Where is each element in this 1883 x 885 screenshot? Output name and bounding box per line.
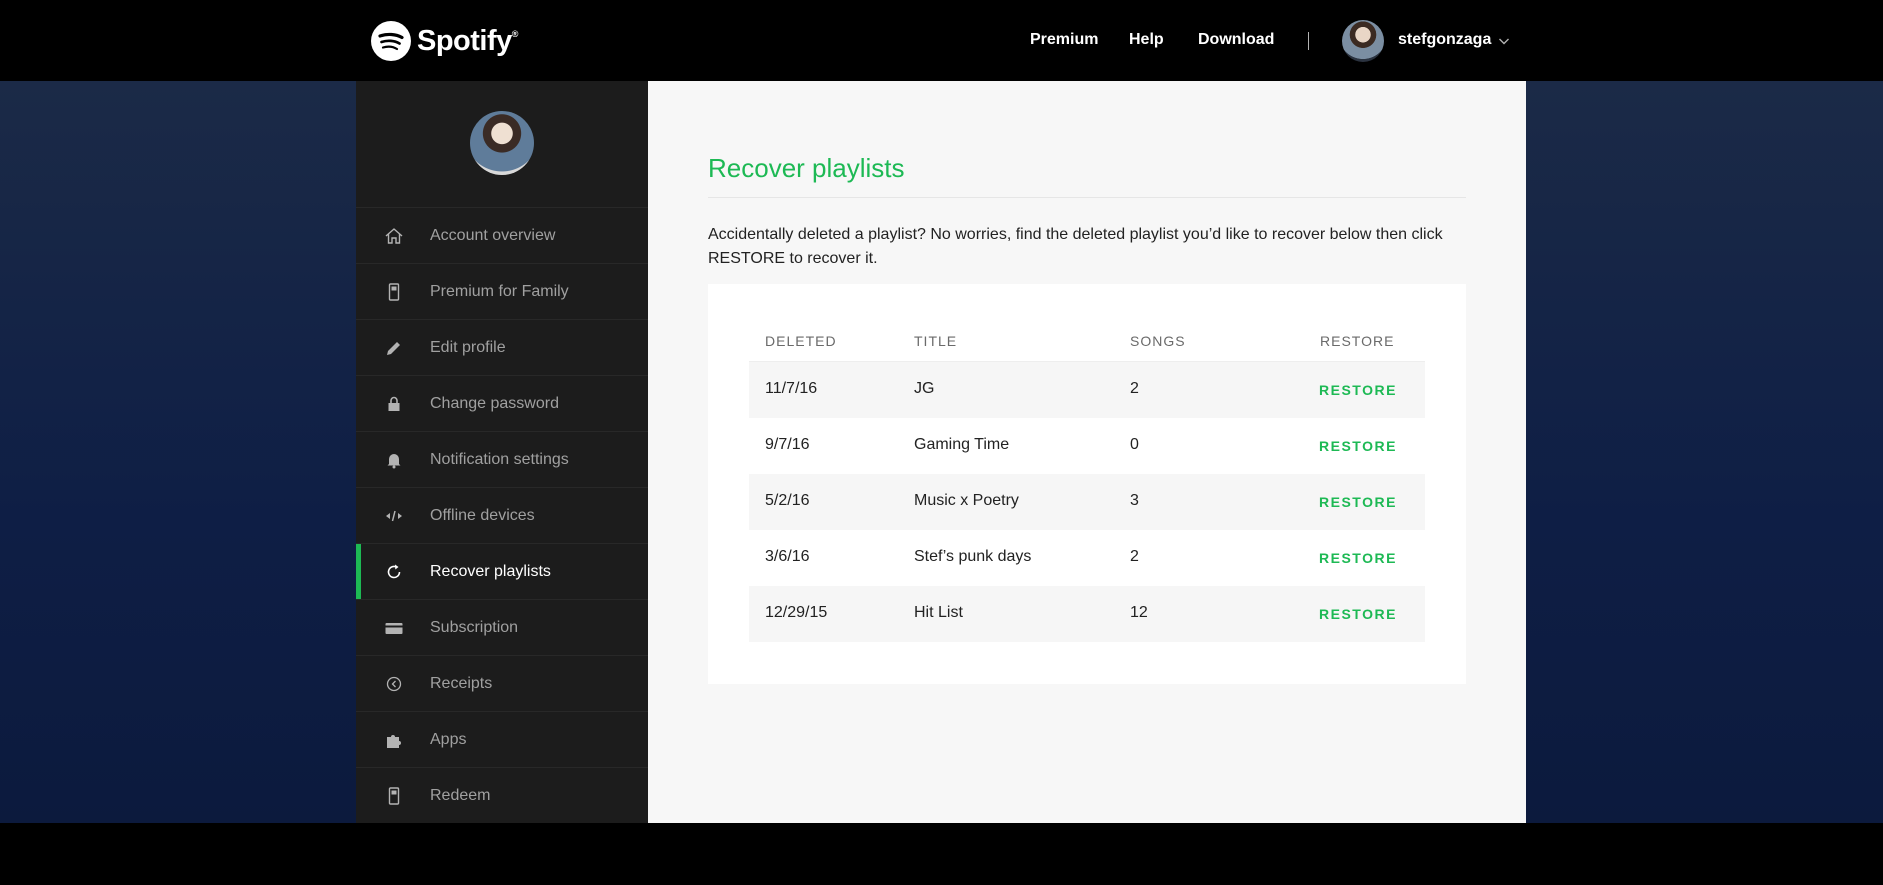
sidebar-item-receipts[interactable]: Receipts — [356, 655, 648, 711]
restore-button[interactable]: RESTORE — [1319, 606, 1397, 622]
profile-avatar — [470, 111, 534, 175]
cell-songs: 12 — [1130, 604, 1148, 621]
restore-button[interactable]: RESTORE — [1319, 550, 1397, 566]
cell-deleted: 11/7/16 — [765, 380, 818, 397]
card-icon — [384, 618, 404, 638]
restore-button[interactable]: RESTORE — [1319, 382, 1397, 398]
sidebar-item-recover-playlists[interactable]: Recover playlists — [356, 543, 648, 600]
sidebar-item-label: Receipts — [430, 674, 493, 692]
nav-download-link[interactable]: Download — [1198, 31, 1274, 49]
top-navigation: Spotify® Premium Help Download stefgonza… — [0, 0, 1883, 81]
cell-title: Gaming Time — [914, 436, 1010, 453]
cell-title: Stef’s punk days — [914, 548, 1032, 565]
cell-songs: 2 — [1130, 380, 1139, 397]
main-content: Recover playlists Accidentally deleted a… — [648, 81, 1526, 823]
lock-icon — [384, 394, 404, 414]
sidebar-item-label: Change password — [430, 394, 559, 412]
cell-deleted: 5/2/16 — [765, 492, 810, 509]
nav-premium-link[interactable]: Premium — [1030, 31, 1098, 49]
deleted-playlists-table: DELETED TITLE SONGS RESTORE 11/7/16 JG 2… — [749, 309, 1425, 642]
bottom-bar — [0, 823, 1883, 885]
device-icon — [384, 282, 404, 302]
restore-button[interactable]: RESTORE — [1319, 494, 1397, 510]
nav-divider — [1308, 32, 1309, 50]
sidebar-item-apps[interactable]: Apps — [356, 711, 648, 767]
spotify-logo[interactable]: Spotify® — [371, 20, 518, 62]
table-row: 5/2/16 Music x Poetry 3 RESTORE — [749, 474, 1425, 530]
sidebar-item-label: Redeem — [430, 786, 491, 804]
cell-title: Music x Poetry — [914, 492, 1019, 509]
pencil-icon — [384, 338, 404, 358]
sidebar-menu: Account overview Premium for Family Edit… — [356, 207, 648, 823]
sidebar-item-change-password[interactable]: Change password — [356, 375, 648, 431]
sidebar-item-label: Recover playlists — [430, 562, 551, 580]
sidebar-item-premium-for-family[interactable]: Premium for Family — [356, 263, 648, 319]
intro-text: Accidentally deleted a playlist? No worr… — [708, 226, 1443, 267]
cell-songs: 0 — [1130, 436, 1139, 453]
sidebar-item-label: Subscription — [430, 618, 519, 636]
table-row: 12/29/15 Hit List 12 RESTORE — [749, 586, 1425, 642]
sidebar-item-label: Notification settings — [430, 450, 569, 468]
sidebar-item-notification-settings[interactable]: Notification settings — [356, 431, 648, 487]
spotify-logo-icon — [371, 21, 411, 61]
spotify-wordmark: Spotify® — [417, 24, 518, 57]
sidebar-item-label: Premium for Family — [430, 282, 569, 300]
cell-title: Hit List — [914, 604, 963, 621]
page-title: Recover playlists — [708, 153, 905, 183]
refresh-icon — [384, 562, 404, 582]
header-deleted: DELETED — [765, 333, 837, 349]
table-header: DELETED TITLE SONGS RESTORE — [749, 309, 1425, 362]
clock-icon — [384, 674, 404, 694]
playlists-card: DELETED TITLE SONGS RESTORE 11/7/16 JG 2… — [708, 284, 1466, 684]
sidebar-item-account-overview[interactable]: Account overview — [356, 207, 648, 263]
cell-title: JG — [914, 380, 935, 397]
header-restore: RESTORE — [1320, 333, 1395, 349]
sidebar-item-offline-devices[interactable]: Offline devices — [356, 487, 648, 543]
bell-icon — [384, 450, 404, 470]
chevron-down-icon[interactable] — [1498, 34, 1510, 52]
table-row: 11/7/16 JG 2 RESTORE — [749, 362, 1425, 418]
sidebar-item-label: Offline devices — [430, 506, 535, 524]
title-divider — [708, 197, 1466, 198]
user-name[interactable]: stefgonzaga — [1398, 31, 1491, 49]
sidebar-item-label: Edit profile — [430, 338, 506, 356]
cell-deleted: 12/29/15 — [765, 604, 828, 621]
sidebar-item-edit-profile[interactable]: Edit profile — [356, 319, 648, 375]
user-avatar[interactable] — [1342, 20, 1384, 62]
sidebar-item-label: Apps — [430, 730, 467, 748]
sidebar-item-label: Account overview — [430, 226, 556, 244]
table-row: 3/6/16 Stef’s punk days 2 RESTORE — [749, 530, 1425, 586]
cell-deleted: 3/6/16 — [765, 548, 810, 565]
nav-help-link[interactable]: Help — [1129, 31, 1164, 49]
table-row: 9/7/16 Gaming Time 0 RESTORE — [749, 418, 1425, 474]
header-title: TITLE — [914, 333, 958, 349]
header-songs: SONGS — [1130, 333, 1186, 349]
sidebar-item-redeem[interactable]: Redeem — [356, 767, 648, 823]
restore-button[interactable]: RESTORE — [1319, 438, 1397, 454]
cell-songs: 2 — [1130, 548, 1139, 565]
device-icon — [384, 786, 404, 806]
cell-deleted: 9/7/16 — [765, 436, 810, 453]
sidebar-item-subscription[interactable]: Subscription — [356, 599, 648, 655]
account-sidebar: Account overview Premium for Family Edit… — [356, 81, 648, 823]
puzzle-icon — [384, 730, 404, 750]
home-icon — [384, 226, 404, 246]
offline-icon — [384, 506, 404, 526]
cell-songs: 3 — [1130, 492, 1139, 509]
